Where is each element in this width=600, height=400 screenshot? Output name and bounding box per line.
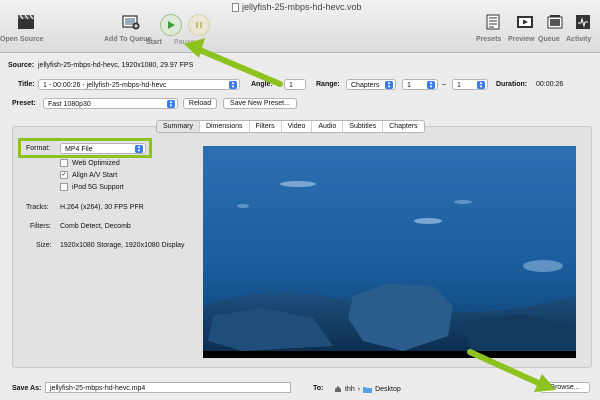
arrow-to-start-icon <box>184 38 283 87</box>
arrow-to-browse-icon <box>467 349 556 392</box>
annotation-arrows <box>184 38 556 392</box>
